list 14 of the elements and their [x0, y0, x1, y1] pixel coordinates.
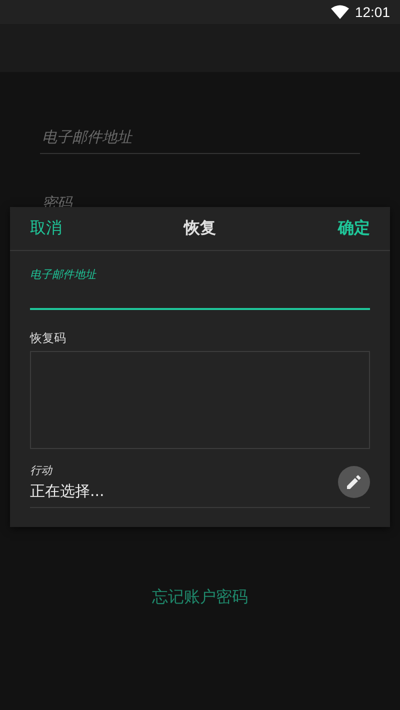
confirm-button[interactable]: 确定: [338, 218, 370, 239]
status-time: 12:01: [354, 4, 390, 20]
cancel-button[interactable]: 取消: [30, 218, 62, 239]
action-label: 行动: [30, 463, 54, 478]
recovery-code-label: 恢复码: [30, 330, 67, 347]
dialog-title: 恢复: [184, 218, 216, 239]
email-label: 电子邮件地址: [30, 267, 98, 282]
email-field[interactable]: 电子邮件地址: [40, 120, 360, 154]
action-value[interactable]: 正在选择...: [30, 482, 338, 501]
edit-button[interactable]: [338, 466, 370, 498]
wifi-icon: [330, 5, 349, 19]
pencil-icon: [347, 475, 361, 489]
recovery-code-field[interactable]: [30, 351, 370, 449]
forgot-password-link[interactable]: 忘记账户密码: [152, 587, 248, 608]
